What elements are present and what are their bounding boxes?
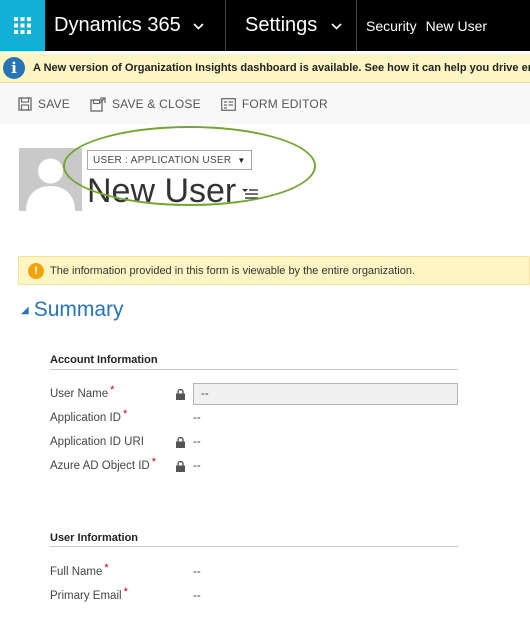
field-row-application-id: Application ID * -- — [50, 408, 460, 428]
field-label: Application ID URI — [50, 436, 144, 448]
field-row-user-name: User Name * -- — [50, 383, 460, 405]
lock-icon — [176, 460, 185, 472]
notification-bar: i A New version of Organization Insights… — [0, 54, 530, 83]
primary-email-value[interactable]: -- — [193, 590, 201, 602]
app-switcher[interactable]: Dynamics 365 — [45, 0, 226, 51]
user-name-field[interactable]: -- — [193, 383, 458, 405]
required-marker: * — [110, 384, 115, 396]
top-nav-bar: Dynamics 365 Settings Security New User — [0, 0, 530, 51]
required-marker: * — [151, 456, 156, 468]
field-label: Primary Email * — [50, 586, 128, 602]
person-icon — [26, 158, 75, 211]
summary-section-toggle[interactable]: ◢ Summary — [21, 298, 124, 322]
breadcrumb-security[interactable]: Security — [366, 18, 417, 34]
user-information-heading: User Information — [50, 532, 139, 544]
chevron-down-icon — [193, 19, 204, 33]
user-avatar[interactable] — [19, 148, 82, 211]
save-and-close-button[interactable]: SAVE & CLOSE — [90, 96, 201, 112]
field-label: Azure AD Object ID * — [50, 456, 156, 472]
field-label: Full Name * — [50, 562, 109, 578]
app-name: Dynamics 365 — [54, 14, 181, 36]
breadcrumb-new-user[interactable]: New User — [426, 18, 487, 34]
title-menu-button[interactable] — [241, 184, 259, 202]
required-marker: * — [122, 408, 128, 420]
application-id-uri-value: -- — [193, 436, 201, 448]
field-row-full-name: Full Name * -- — [50, 562, 460, 582]
form-editor-icon — [220, 97, 236, 111]
form-warning-bar: ! The information provided in this form … — [18, 256, 530, 285]
save-close-label: SAVE & CLOSE — [111, 97, 201, 111]
breadcrumb: Security New User — [357, 0, 496, 51]
field-label: User Name * — [50, 384, 115, 400]
required-marker: * — [123, 586, 128, 598]
save-label: SAVE — [38, 97, 70, 111]
warning-icon: ! — [28, 262, 44, 279]
waffle-icon — [14, 17, 31, 34]
field-row-primary-email: Primary Email * -- — [50, 586, 460, 606]
area-switcher[interactable]: Settings — [226, 0, 357, 51]
application-id-value[interactable]: -- — [193, 412, 201, 424]
full-name-value[interactable]: -- — [193, 566, 201, 578]
save-close-icon — [90, 96, 106, 112]
caret-down-icon: ▼ — [237, 155, 246, 165]
list-menu-icon — [242, 189, 258, 199]
notification-text[interactable]: A New version of Organization Insights d… — [33, 62, 530, 74]
lock-icon — [176, 388, 185, 400]
field-row-azure-ad-object-id: Azure AD Object ID * -- — [50, 456, 460, 476]
area-name: Settings — [245, 14, 318, 36]
required-marker: * — [104, 562, 109, 574]
account-information-heading: Account Information — [50, 354, 158, 366]
field-label: Application ID * — [50, 408, 128, 424]
chevron-down-icon — [331, 19, 342, 33]
summary-section-title: Summary — [33, 298, 124, 321]
save-icon — [18, 97, 32, 111]
lock-icon — [176, 436, 185, 448]
form-editor-button[interactable]: FORM EDITOR — [220, 97, 328, 111]
form-editor-label: FORM EDITOR — [241, 97, 328, 111]
azure-ad-object-id-value: -- — [193, 460, 201, 472]
field-row-application-id-uri: Application ID URI -- — [50, 432, 460, 452]
command-bar: SAVE SAVE & CLOSE FORM EDITOR — [0, 84, 530, 124]
user-information-divider — [50, 546, 458, 547]
form-selector-label: USER : APPLICATION USER — [93, 154, 232, 166]
warning-text: The information provided in this form is… — [50, 264, 416, 277]
form-selector[interactable]: USER : APPLICATION USER ▼ — [87, 150, 252, 170]
app-launcher-button[interactable] — [0, 0, 45, 51]
account-information-divider — [50, 369, 458, 370]
info-icon: i — [3, 57, 25, 79]
collapse-triangle-icon: ◢ — [21, 304, 29, 316]
page-title: New User — [87, 172, 237, 210]
save-button[interactable]: SAVE — [18, 97, 70, 111]
